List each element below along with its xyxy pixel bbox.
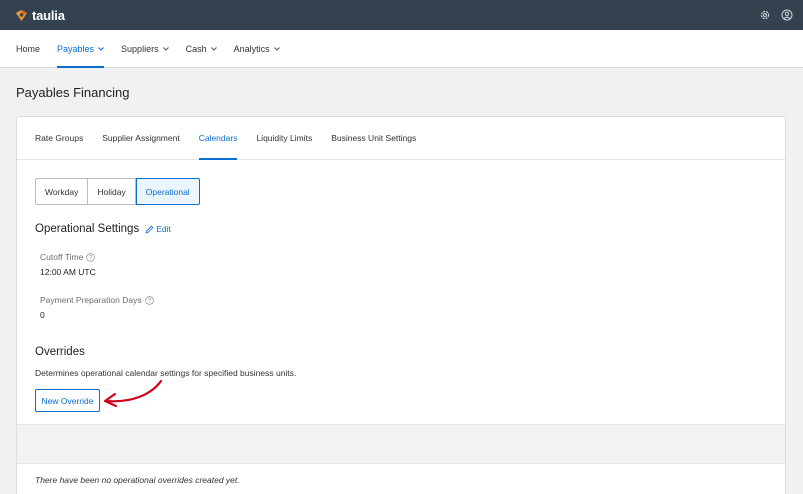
tab-calendars[interactable]: Calendars (198, 117, 237, 160)
payment-preparation-days-label-text: Payment Preparation Days (40, 295, 142, 305)
taulia-logo-icon (16, 9, 27, 21)
nav-item-label: Analytics (233, 43, 270, 54)
cutoff-time-label: Cutoff Time ? (40, 252, 96, 262)
section-title-text: Operational Settings (35, 223, 140, 235)
edit-link[interactable]: Edit (145, 224, 171, 234)
cutoff-time-value: 12:00 AM UTC (40, 267, 96, 277)
pencil-icon (145, 225, 154, 234)
help-icon[interactable]: ? (144, 295, 154, 305)
operational-settings-heading: Operational Settings Edit (35, 223, 171, 235)
cutoff-time-label-text: Cutoff Time (40, 252, 84, 262)
chevron-down-icon (273, 46, 280, 51)
annotation-arrow-icon (103, 379, 163, 408)
chevron-down-icon (210, 46, 217, 51)
brand-logo[interactable]: taulia (15, 8, 65, 23)
edit-label: Edit (156, 224, 171, 234)
chevron-down-icon (162, 46, 169, 51)
segment-holiday[interactable]: Holiday (88, 178, 136, 205)
nav-item-label: Payables (57, 43, 95, 54)
help-icon[interactable]: ? (86, 252, 96, 262)
calendar-settings-card: Rate Groups Supplier Assignment Calendar… (16, 116, 786, 494)
tab-bar: Rate Groups Supplier Assignment Calendar… (17, 117, 785, 160)
nav-item-analytics[interactable]: Analytics (234, 30, 280, 67)
tab-supplier-assignment[interactable]: Supplier Assignment (102, 117, 180, 159)
top-bar: taulia (0, 0, 803, 30)
nav-item-label: Home (16, 43, 41, 54)
tab-business-unit-settings[interactable]: Business Unit Settings (331, 117, 416, 159)
tab-liquidity-limits[interactable]: Liquidity Limits (256, 117, 312, 159)
tab-rate-groups[interactable]: Rate Groups (35, 117, 83, 159)
payment-preparation-days-value: 0 (40, 310, 45, 320)
payment-preparation-days-label: Payment Preparation Days ? (40, 295, 154, 305)
calendar-type-toggle: Workday Holiday Operational (35, 178, 200, 205)
chevron-down-icon (98, 46, 104, 51)
nav-item-payables[interactable]: Payables (57, 30, 105, 68)
nav-item-cash[interactable]: Cash (186, 30, 217, 67)
nav-item-label: Suppliers (121, 43, 159, 54)
segment-operational[interactable]: Operational (135, 178, 200, 205)
new-override-button[interactable]: New Override (35, 389, 100, 412)
empty-state-message: There have been no operational overrides… (35, 475, 240, 485)
user-circle-icon[interactable] (781, 9, 793, 21)
overrides-table-header (17, 424, 785, 464)
segment-workday[interactable]: Workday (35, 178, 89, 205)
overrides-heading: Overrides (35, 346, 85, 358)
brand-name: taulia (32, 7, 65, 23)
page-title: Payables Financing (16, 85, 130, 100)
nav-item-suppliers[interactable]: Suppliers (121, 30, 169, 67)
gear-icon[interactable] (759, 9, 771, 21)
nav-item-label: Cash (185, 43, 207, 54)
nav-item-home[interactable]: Home (16, 30, 40, 67)
overrides-description: Determines operational calendar settings… (35, 368, 297, 378)
main-nav: Home Payables Suppliers Cash Analytics (0, 30, 803, 68)
